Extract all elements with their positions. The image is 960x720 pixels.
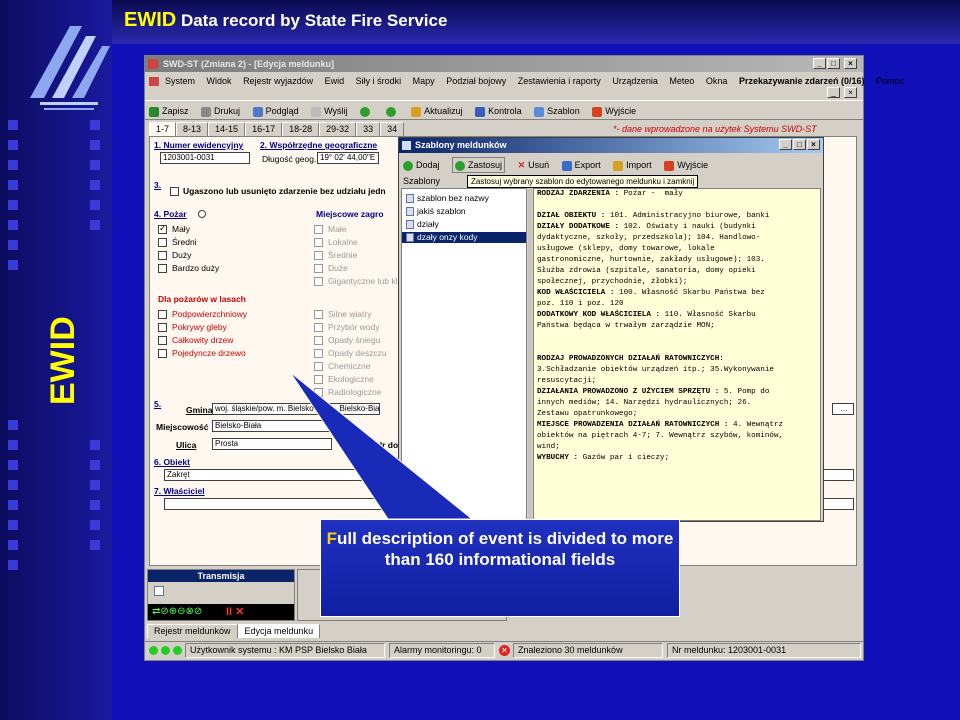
callout-first-letter: F — [326, 529, 338, 548]
callout-box: Full description of event is divided to … — [320, 519, 680, 617]
callout-text: ull description of event is divided to m… — [337, 529, 674, 569]
